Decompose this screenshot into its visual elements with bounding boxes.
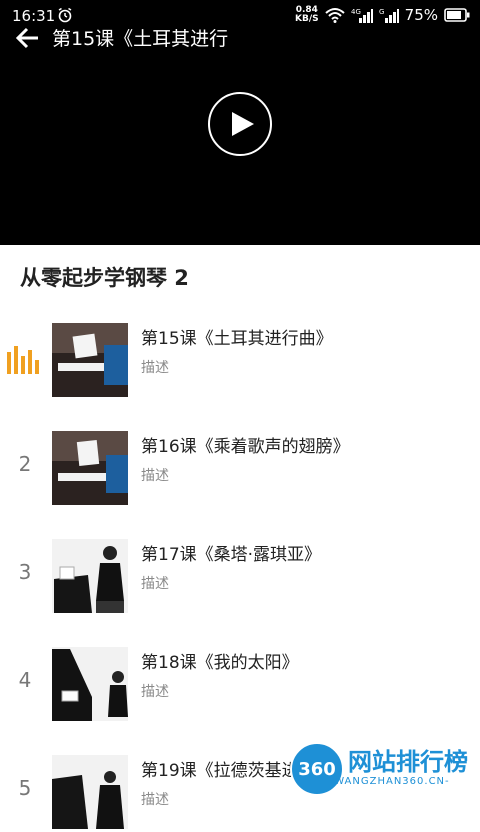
lesson-thumbnail	[52, 431, 128, 505]
svg-text:4G: 4G	[351, 8, 361, 16]
video-title: 第15课《土耳其进行	[52, 24, 228, 51]
play-icon	[232, 112, 254, 136]
lesson-description: 描述	[141, 357, 169, 377]
lesson-item[interactable]: 3 第17课《桑塔·露琪亚》 描述	[0, 536, 480, 616]
watermark-name: 网站排行榜	[348, 742, 468, 777]
lesson-description: 描述	[141, 681, 169, 701]
lesson-index: 3	[0, 560, 50, 584]
watermark-url: -WANGZHAN360.CN-	[330, 776, 450, 787]
lesson-index: 4	[0, 668, 50, 692]
lesson-thumbnail	[52, 647, 128, 721]
lesson-description: 描述	[141, 573, 169, 593]
back-arrow-icon[interactable]	[14, 24, 42, 52]
lesson-thumbnail	[52, 539, 128, 613]
course-title: 从零起步学钢琴 2	[20, 262, 189, 292]
lesson-item[interactable]: 4 第18课《我的太阳》 描述	[0, 644, 480, 724]
video-player[interactable]: 16:31 0.84 KB/S 4G	[0, 0, 480, 245]
title-bar: 第15课《土耳其进行	[0, 20, 480, 54]
lesson-index: 2	[0, 452, 50, 476]
lesson-name: 第16课《乘着歌声的翅膀》	[141, 432, 350, 457]
lesson-name: 第17课《桑塔·露琪亚》	[141, 540, 321, 565]
lesson-name: 第15课《土耳其进行曲》	[141, 324, 333, 349]
play-button[interactable]	[208, 92, 272, 156]
lesson-description: 描述	[141, 465, 169, 485]
lesson-description: 描述	[141, 789, 169, 809]
lesson-index: 5	[0, 776, 50, 800]
watermark-logo: 360 网站排行榜 -WANGZHAN360.CN-	[270, 736, 480, 800]
lesson-thumbnail	[52, 755, 128, 829]
lesson-thumbnail	[52, 323, 128, 397]
lesson-name: 第18课《我的太阳》	[141, 648, 299, 673]
lesson-item[interactable]: 第15课《土耳其进行曲》 描述	[0, 320, 480, 400]
now-playing-icon	[7, 346, 39, 374]
svg-text:G: G	[379, 8, 384, 16]
lesson-item[interactable]: 2 第16课《乘着歌声的翅膀》 描述	[0, 428, 480, 508]
watermark-badge: 360	[290, 742, 344, 796]
